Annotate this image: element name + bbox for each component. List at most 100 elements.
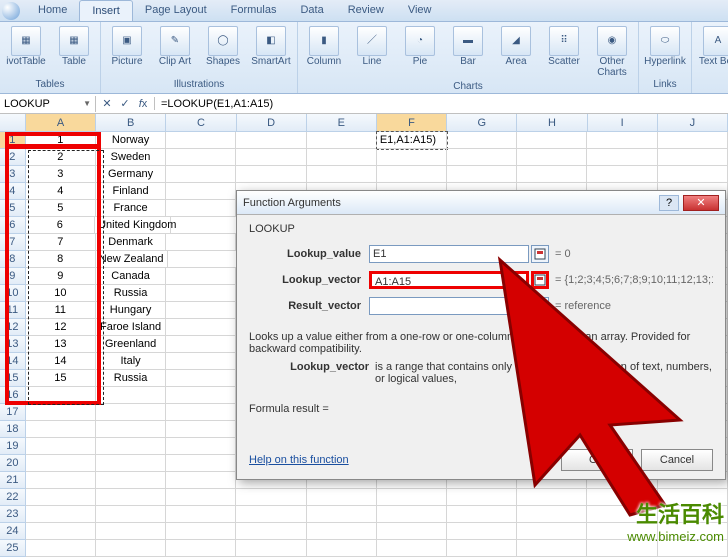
cell[interactable] [658, 132, 728, 149]
cell[interactable]: Russia [96, 370, 166, 387]
row-header[interactable]: 5 [0, 200, 26, 217]
cell[interactable] [96, 506, 166, 523]
cell[interactable] [26, 523, 96, 540]
cell[interactable]: 6 [26, 217, 96, 234]
row-header[interactable]: 2 [0, 149, 26, 166]
scatter-chart-button[interactable]: ⠿Scatter [542, 24, 586, 70]
row-header[interactable]: 19 [0, 438, 26, 455]
cancel-formula-icon[interactable]: ✕ [100, 97, 114, 110]
cell[interactable] [96, 404, 166, 421]
cell[interactable] [517, 132, 587, 149]
tab-view[interactable]: View [396, 0, 444, 21]
col-header-E[interactable]: E [307, 114, 377, 131]
cell[interactable] [96, 540, 166, 557]
cell[interactable] [96, 455, 166, 472]
row-header[interactable]: 1 [0, 132, 26, 149]
column-chart-button[interactable]: ▮Column [302, 24, 346, 70]
cell[interactable] [587, 132, 657, 149]
cell[interactable] [96, 421, 166, 438]
col-header-G[interactable]: G [447, 114, 517, 131]
cell[interactable] [26, 540, 96, 557]
cell[interactable] [447, 489, 517, 506]
row-header[interactable]: 3 [0, 166, 26, 183]
cell[interactable] [96, 489, 166, 506]
row-header[interactable]: 13 [0, 336, 26, 353]
cell[interactable] [166, 200, 236, 217]
pie-chart-button[interactable]: ◔Pie [398, 24, 442, 70]
enter-formula-icon[interactable]: ✓ [118, 97, 132, 110]
cell[interactable] [377, 166, 447, 183]
hyperlink-button[interactable]: ⬭Hyperlink [643, 24, 687, 70]
col-header-J[interactable]: J [658, 114, 728, 131]
cell[interactable]: Sweden [96, 149, 166, 166]
tab-insert[interactable]: Insert [79, 0, 133, 21]
row-header[interactable]: 18 [0, 421, 26, 438]
shapes-button[interactable]: ◯Shapes [201, 24, 245, 70]
cell[interactable] [236, 506, 306, 523]
bar-chart-button[interactable]: ▬Bar [446, 24, 490, 70]
cell[interactable] [96, 387, 166, 404]
cell[interactable] [517, 540, 587, 557]
cell[interactable] [96, 523, 166, 540]
dialog-help-button[interactable]: ? [659, 195, 679, 211]
cell[interactable] [587, 149, 657, 166]
cell[interactable] [517, 166, 587, 183]
cell[interactable] [236, 132, 306, 149]
cell[interactable]: 15 [26, 370, 96, 387]
cell[interactable] [26, 489, 96, 506]
row-header[interactable]: 14 [0, 353, 26, 370]
cell[interactable] [166, 387, 236, 404]
cell[interactable]: 12 [26, 319, 96, 336]
cell[interactable] [166, 404, 236, 421]
cell[interactable]: Denmark [96, 234, 166, 251]
cell[interactable] [447, 166, 517, 183]
col-header-H[interactable]: H [517, 114, 587, 131]
cell[interactable] [587, 166, 657, 183]
cell[interactable]: 13 [26, 336, 96, 353]
cell[interactable]: 2 [26, 149, 96, 166]
cell[interactable]: 11 [26, 302, 96, 319]
cell[interactable]: Greenland [96, 336, 166, 353]
cell[interactable] [377, 149, 447, 166]
tab-formulas[interactable]: Formulas [219, 0, 289, 21]
smartart-button[interactable]: ◧SmartArt [249, 24, 293, 70]
row-header[interactable]: 10 [0, 285, 26, 302]
row-header[interactable]: 23 [0, 506, 26, 523]
cell[interactable] [517, 506, 587, 523]
cell[interactable]: 3 [26, 166, 96, 183]
select-all-corner[interactable] [0, 114, 26, 131]
col-header-C[interactable]: C [166, 114, 236, 131]
cell[interactable] [658, 149, 728, 166]
cell[interactable] [26, 404, 96, 421]
range-picker-lookup-vector[interactable] [531, 271, 549, 289]
cell[interactable]: Norway [96, 132, 166, 149]
cell[interactable]: Finland [96, 183, 166, 200]
cell[interactable] [166, 183, 236, 200]
cell[interactable] [166, 455, 236, 472]
cell[interactable]: Russia [96, 285, 166, 302]
cell[interactable] [307, 489, 377, 506]
row-header[interactable]: 20 [0, 455, 26, 472]
cell[interactable] [166, 540, 236, 557]
cell[interactable] [307, 540, 377, 557]
cell[interactable] [517, 489, 587, 506]
cell[interactable] [166, 285, 236, 302]
cell[interactable]: United Kingdom [95, 217, 171, 234]
cell[interactable] [166, 472, 236, 489]
cell[interactable] [307, 523, 377, 540]
cell[interactable]: Italy [96, 353, 166, 370]
row-header[interactable]: 6 [0, 217, 26, 234]
cell[interactable] [26, 387, 96, 404]
cell[interactable] [377, 540, 447, 557]
cell[interactable] [517, 523, 587, 540]
ok-button[interactable]: OK [561, 449, 633, 471]
cell[interactable] [168, 251, 238, 268]
row-header[interactable]: 22 [0, 489, 26, 506]
arg-input-result-vector[interactable] [369, 297, 529, 315]
cell[interactable] [166, 268, 236, 285]
pivottable-button[interactable]: ▦ivotTable [4, 24, 48, 70]
clipart-button[interactable]: ✎Clip Art [153, 24, 197, 70]
cell[interactable] [307, 132, 377, 149]
cell[interactable] [96, 472, 166, 489]
cell[interactable] [26, 472, 96, 489]
